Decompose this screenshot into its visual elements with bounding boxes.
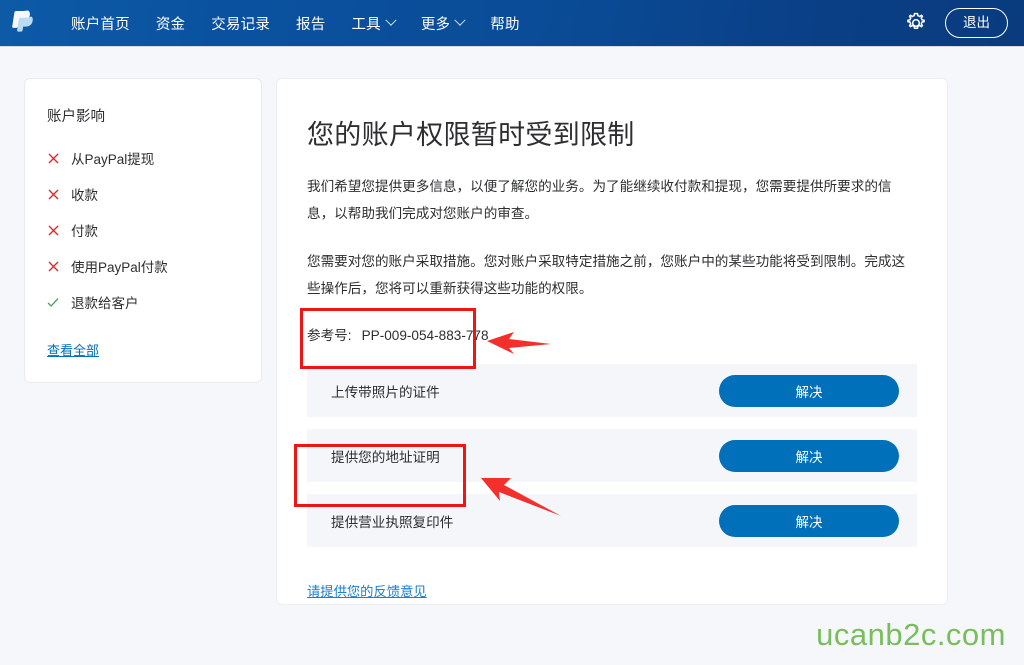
nav-item-transactions[interactable]: 交易记录 bbox=[198, 7, 283, 40]
chevron-down-icon bbox=[385, 14, 397, 26]
action-label: 提供营业执照复印件 bbox=[331, 514, 454, 530]
nav-item-tools[interactable]: 工具 bbox=[338, 7, 407, 40]
nav-item-label: 工具 bbox=[351, 16, 381, 33]
cross-icon bbox=[47, 153, 59, 164]
impact-item-label: 使用PayPal付款 bbox=[71, 260, 168, 275]
nav-item-label: 账户首页 bbox=[71, 16, 130, 33]
nav-item-account-home[interactable]: 账户首页 bbox=[58, 7, 143, 40]
chevron-down-icon bbox=[454, 14, 466, 26]
reference-label: 参考号: bbox=[307, 328, 352, 343]
impact-item-label: 退款给客户 bbox=[71, 296, 139, 311]
action-label: 提供您的地址证明 bbox=[331, 449, 440, 465]
feedback-link[interactable]: 请提供您的反馈意见 bbox=[307, 581, 427, 600]
reference-value: PP-009-054-883-778 bbox=[361, 328, 489, 343]
impact-item-pay: 付款 bbox=[25, 220, 261, 240]
impact-item-label: 付款 bbox=[71, 224, 98, 239]
page-title: 您的账户权限暂时受到限制 bbox=[307, 120, 635, 150]
cross-icon bbox=[47, 189, 59, 200]
action-label: 上传带照片的证件 bbox=[331, 384, 440, 400]
watermark: ucanb2c.com bbox=[816, 617, 1006, 652]
impact-item-label: 收款 bbox=[71, 188, 98, 203]
page-body: 账户影响 从PayPal提现 收款 付款 使用PayPal付款 退款给客户 查看… bbox=[0, 46, 1024, 605]
reference-number: 参考号: PP-009-054-883-778 bbox=[307, 324, 917, 344]
impact-item-pay-with-paypal: 使用PayPal付款 bbox=[25, 256, 261, 276]
nav-item-reports[interactable]: 报告 bbox=[283, 7, 338, 40]
intro-paragraph-2: 您需要对您的账户采取措施。您对账户采取特定措施之前，您账户中的某些功能将受到限制… bbox=[307, 254, 906, 296]
action-row-business-license: 提供营业执照复印件 解决 bbox=[307, 494, 917, 547]
nav-right-group: 退出 bbox=[903, 8, 1008, 38]
paypal-logo-icon[interactable] bbox=[10, 8, 36, 38]
cross-icon bbox=[47, 225, 59, 236]
nav-links: 账户首页 资金 交易记录 报告 工具 更多 帮助 bbox=[58, 7, 533, 40]
action-row-photo-id: 上传带照片的证件 解决 bbox=[307, 364, 917, 417]
account-impact-card: 账户影响 从PayPal提现 收款 付款 使用PayPal付款 退款给客户 查看… bbox=[24, 78, 262, 383]
cross-icon bbox=[47, 261, 59, 272]
impact-item-label: 从PayPal提现 bbox=[71, 152, 155, 167]
impact-list: 从PayPal提现 收款 付款 使用PayPal付款 退款给客户 bbox=[25, 148, 261, 312]
sidebar-title: 账户影响 bbox=[47, 109, 105, 125]
action-list: 上传带照片的证件 解决 提供您的地址证明 解决 提供营业执照复印件 解决 bbox=[307, 364, 917, 547]
impact-item-withdraw: 从PayPal提现 bbox=[25, 148, 261, 168]
action-row-address-proof: 提供您的地址证明 解决 bbox=[307, 429, 917, 482]
resolve-button[interactable]: 解决 bbox=[719, 374, 899, 407]
nav-item-label: 报告 bbox=[296, 16, 326, 33]
nav-item-funds[interactable]: 资金 bbox=[143, 7, 198, 40]
nav-item-label: 资金 bbox=[155, 16, 186, 33]
view-all-link[interactable]: 查看全部 bbox=[25, 340, 121, 359]
impact-item-refund: 退款给客户 bbox=[25, 292, 261, 312]
top-navigation-bar: 账户首页 资金 交易记录 报告 工具 更多 帮助 退出 bbox=[0, 0, 1024, 46]
nav-item-label: 帮助 bbox=[490, 16, 520, 33]
resolve-button[interactable]: 解决 bbox=[719, 439, 899, 472]
resolve-button[interactable]: 解决 bbox=[719, 504, 899, 537]
limitation-main-card: 您的账户权限暂时受到限制 我们希望您提供更多信息，以便了解您的业务。为了能继续收… bbox=[276, 78, 948, 605]
nav-item-label: 交易记录 bbox=[211, 16, 271, 33]
nav-item-more[interactable]: 更多 bbox=[408, 7, 477, 40]
check-icon bbox=[47, 297, 59, 308]
intro-paragraph-1: 我们希望您提供更多信息，以便了解您的业务。为了能继续收付款和提现，您需要提供所要… bbox=[307, 179, 892, 221]
logout-button[interactable]: 退出 bbox=[945, 8, 1008, 38]
nav-item-label: 更多 bbox=[420, 16, 451, 33]
impact-item-receive: 收款 bbox=[25, 184, 261, 204]
gear-icon[interactable] bbox=[903, 10, 929, 36]
nav-item-help[interactable]: 帮助 bbox=[477, 7, 532, 40]
